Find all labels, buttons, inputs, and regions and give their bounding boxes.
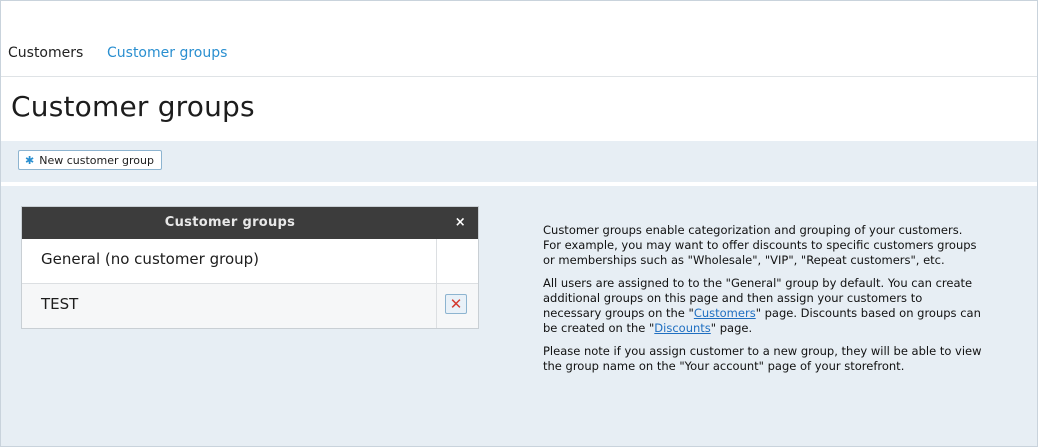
close-icon[interactable]: × [455, 207, 466, 239]
tab-customers[interactable]: Customers [8, 45, 83, 61]
admin-window: Customers Customer groups Customer group… [0, 0, 1038, 447]
content-panel: Customer groups × General (no customer g… [1, 186, 1037, 446]
toolbar: ✱ New customer group [1, 141, 1037, 186]
new-customer-group-button[interactable]: ✱ New customer group [18, 150, 162, 170]
table-header-title: Customer groups [164, 215, 296, 230]
delete-x-icon: ✕ [449, 294, 463, 313]
group-name[interactable]: TEST [41, 284, 78, 324]
asterisk-icon: ✱ [25, 153, 35, 167]
new-customer-group-label: New customer group [39, 153, 154, 167]
tab-customer-groups[interactable]: Customer groups [107, 45, 227, 61]
discounts-link[interactable]: Discounts [654, 321, 710, 335]
help-paragraph-3: Please note if you assign customer to a … [543, 344, 982, 373]
delete-group-button[interactable]: ✕ [445, 294, 467, 314]
help-paragraph-1: Customer groups enable categorization an… [543, 223, 977, 267]
help-paragraph-2: All users are assigned to to the "Genera… [543, 276, 983, 336]
customer-groups-table: Customer groups × General (no customer g… [21, 206, 479, 329]
tab-bar: Customers Customer groups [1, 1, 1037, 77]
table-row[interactable]: TEST ✕ [22, 283, 478, 328]
row-action-cell: ✕ [436, 284, 478, 328]
table-header: Customer groups × [22, 207, 478, 239]
help-text: Customer groups enable categorization an… [543, 223, 983, 382]
help-text-span: " page. [710, 321, 753, 335]
page-title: Customer groups [11, 90, 255, 123]
table-row[interactable]: General (no customer group) [22, 239, 478, 283]
customers-link[interactable]: Customers [694, 306, 756, 320]
row-action-cell [436, 239, 478, 283]
group-name[interactable]: General (no customer group) [41, 239, 259, 279]
